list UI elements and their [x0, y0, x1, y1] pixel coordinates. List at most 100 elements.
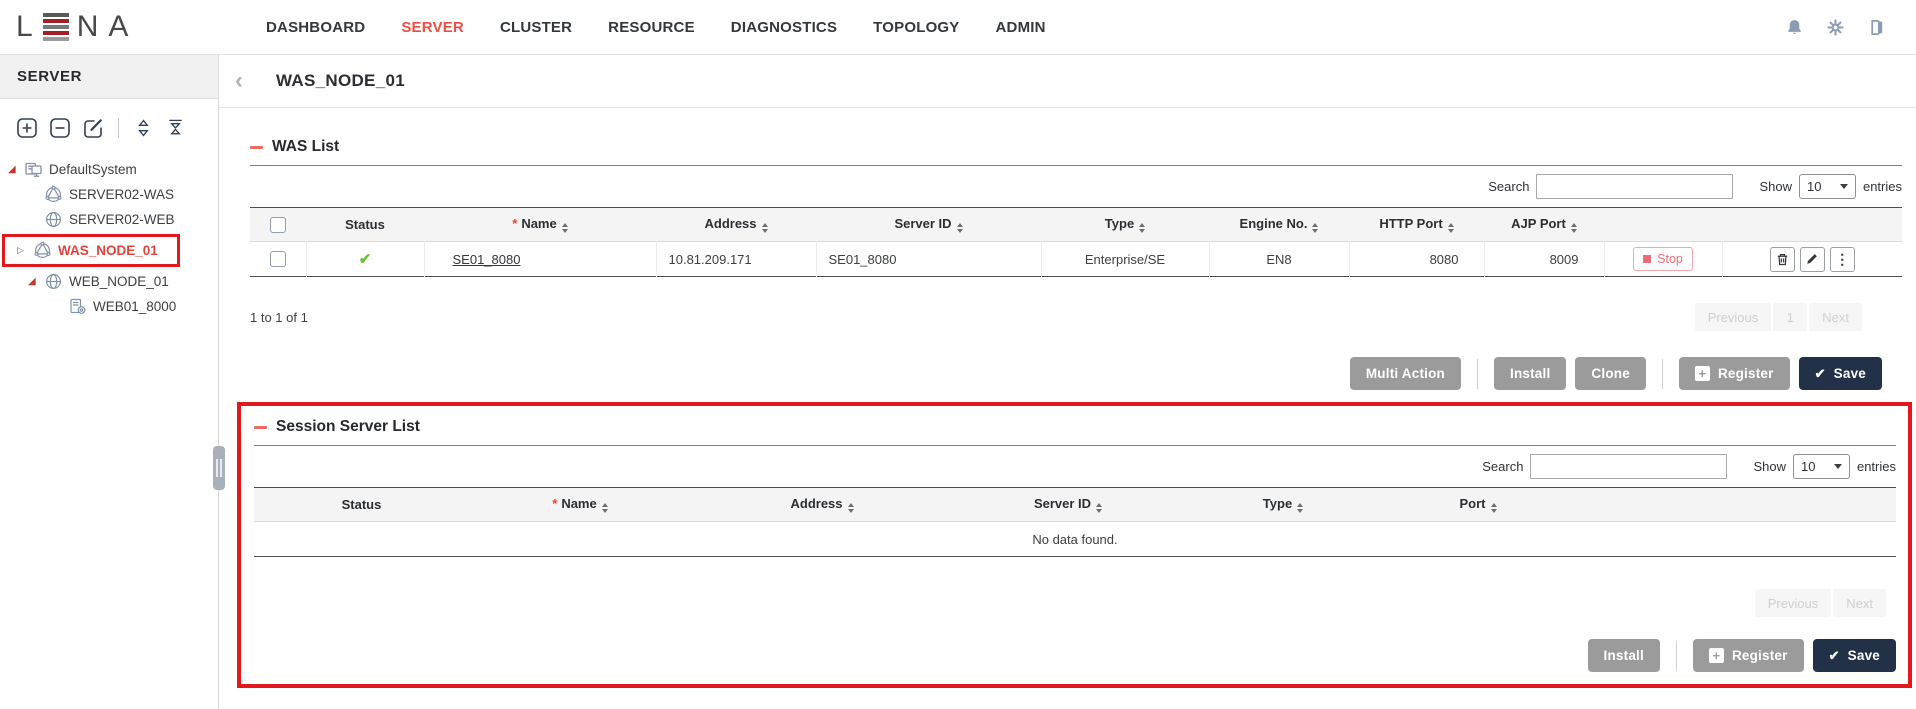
session-list-table: Status *Name Address Server ID Type Port…: [254, 487, 1896, 557]
row-actions: ⋮: [1770, 247, 1855, 272]
was-list-section-title: WAS List: [250, 138, 1902, 156]
remove-node-icon[interactable]: [49, 117, 71, 139]
col-port[interactable]: Port: [1383, 488, 1573, 522]
next-page-button[interactable]: Next: [1833, 589, 1886, 617]
delete-icon[interactable]: [1770, 247, 1795, 272]
session-install-button[interactable]: Install: [1588, 639, 1660, 672]
engine-no-cell: EN8: [1209, 242, 1349, 277]
session-list-footer: Previous Next: [254, 589, 1896, 617]
was-search-input[interactable]: [1536, 174, 1733, 199]
nav-topology[interactable]: TOPOLOGY: [873, 19, 959, 36]
session-page-size-select[interactable]: 10: [1793, 454, 1850, 479]
tree-item-label: WEB01_8000: [93, 299, 176, 314]
session-pagination: Previous Next: [1755, 589, 1886, 617]
collapse-sidebar-icon[interactable]: ‹: [219, 55, 259, 107]
bell-icon[interactable]: [1785, 18, 1804, 37]
nav-admin[interactable]: ADMIN: [996, 19, 1046, 36]
col-type[interactable]: Type: [1041, 208, 1209, 242]
previous-page-button[interactable]: Previous: [1695, 303, 1772, 331]
sort-icon: [1312, 223, 1318, 233]
col-http-port[interactable]: HTTP Port: [1349, 208, 1484, 242]
tree-item-server02-web[interactable]: SERVER02-WEB: [0, 207, 218, 232]
next-page-button[interactable]: Next: [1809, 303, 1862, 331]
was-list-title: WAS List: [272, 138, 339, 156]
select-all-checkbox[interactable]: [270, 217, 286, 233]
edit-icon[interactable]: [1800, 247, 1825, 272]
toolbar-divider: [118, 118, 119, 138]
col-address[interactable]: Address: [656, 208, 816, 242]
col-name[interactable]: *Name: [424, 208, 656, 242]
col-address[interactable]: Address: [691, 488, 953, 522]
expander-open-icon[interactable]: ◢: [28, 276, 43, 287]
tree-item-web-node-01[interactable]: ◢ WEB_NODE_01: [0, 269, 218, 294]
session-register-button[interactable]: + Register: [1693, 639, 1804, 672]
nav-diagnostics[interactable]: DIAGNOSTICS: [731, 19, 837, 36]
select-all-header: [250, 208, 306, 242]
tree-item-was-node-01[interactable]: ▷ WAS_NODE_01: [5, 237, 177, 264]
col-type[interactable]: Type: [1183, 488, 1383, 522]
server-name-link[interactable]: SE01_8080: [453, 252, 521, 267]
col-engine-no[interactable]: Engine No.: [1209, 208, 1349, 242]
sort-icon: [562, 223, 568, 233]
tree-item-defaultsystem[interactable]: ◢ DefaultSystem: [0, 157, 218, 182]
session-search-input[interactable]: [1530, 454, 1727, 479]
col-server-id[interactable]: Server ID: [953, 488, 1183, 522]
check-icon: ✔: [1829, 648, 1840, 664]
tree-item-web01-8000[interactable]: WEB01_8000: [0, 294, 218, 319]
sidebar-title: SERVER: [0, 55, 218, 99]
was-node-icon: [44, 185, 63, 204]
edit-node-icon[interactable]: [82, 117, 104, 139]
sort-icon: [762, 223, 768, 233]
tree-item-label: WAS_NODE_01: [58, 243, 158, 258]
top-bar: L N A DASHBOARD SERVER CLUSTER RESOURCE …: [0, 0, 1916, 55]
logout-icon[interactable]: [1867, 18, 1886, 37]
install-button[interactable]: Install: [1494, 357, 1566, 390]
was-page-size-select[interactable]: 10: [1799, 174, 1856, 199]
row-checkbox[interactable]: [270, 251, 286, 267]
gear-icon[interactable]: [1826, 18, 1845, 37]
empty-row: No data found.: [254, 522, 1896, 557]
register-button[interactable]: + Register: [1679, 357, 1790, 390]
search-label: Search: [1482, 459, 1523, 474]
status-running-icon: ✔: [359, 251, 372, 268]
more-options-icon[interactable]: ⋮: [1830, 247, 1855, 272]
col-server-id[interactable]: Server ID: [816, 208, 1041, 242]
logo-letter-n: N: [77, 10, 101, 44]
col-name[interactable]: *Name: [469, 488, 691, 522]
expander-open-icon[interactable]: ◢: [8, 164, 23, 175]
logo-letter-l: L: [16, 10, 35, 44]
nav-server[interactable]: SERVER: [401, 19, 464, 36]
top-right-icons: [1785, 18, 1886, 37]
save-button[interactable]: ✔ Save: [1799, 357, 1882, 390]
session-save-button[interactable]: ✔ Save: [1813, 639, 1896, 672]
stop-button[interactable]: Stop: [1633, 247, 1693, 271]
expander-closed-icon[interactable]: ▷: [17, 245, 32, 256]
table-header-row: Status *Name Address Server ID Type Engi…: [250, 208, 1902, 242]
section-divider: [250, 165, 1902, 166]
add-node-icon[interactable]: [16, 117, 38, 139]
sort-icon: [957, 223, 963, 233]
collapse-all-icon[interactable]: [165, 117, 186, 139]
nav-resource[interactable]: RESOURCE: [608, 19, 695, 36]
annotation-highlight-tree: ▷ WAS_NODE_01: [2, 234, 180, 267]
col-ajp-port[interactable]: AJP Port: [1484, 208, 1604, 242]
panel-splitter-handle[interactable]: [213, 446, 225, 490]
section-dash-icon: [250, 146, 263, 149]
tree-toolbar: [0, 99, 218, 149]
nav-cluster[interactable]: CLUSTER: [500, 19, 572, 36]
plus-icon: +: [1709, 648, 1724, 663]
page-header: ‹ WAS_NODE_01: [219, 55, 1916, 108]
nav-dashboard[interactable]: DASHBOARD: [266, 19, 365, 36]
lena-logo[interactable]: L N A: [16, 10, 226, 44]
tree-item-server02-was[interactable]: SERVER02-WAS: [0, 182, 218, 207]
page-number-button[interactable]: 1: [1773, 303, 1807, 331]
section-dash-icon: [254, 426, 267, 429]
previous-page-button[interactable]: Previous: [1755, 589, 1832, 617]
col-status: Status: [254, 488, 469, 522]
clone-button[interactable]: Clone: [1575, 357, 1646, 390]
expand-all-icon[interactable]: [133, 117, 154, 139]
tree-item-label: WEB_NODE_01: [69, 274, 169, 289]
logo-letter-a: A: [108, 10, 130, 44]
logo-stripes-icon: [43, 13, 69, 41]
multi-action-button[interactable]: Multi Action: [1350, 357, 1461, 390]
